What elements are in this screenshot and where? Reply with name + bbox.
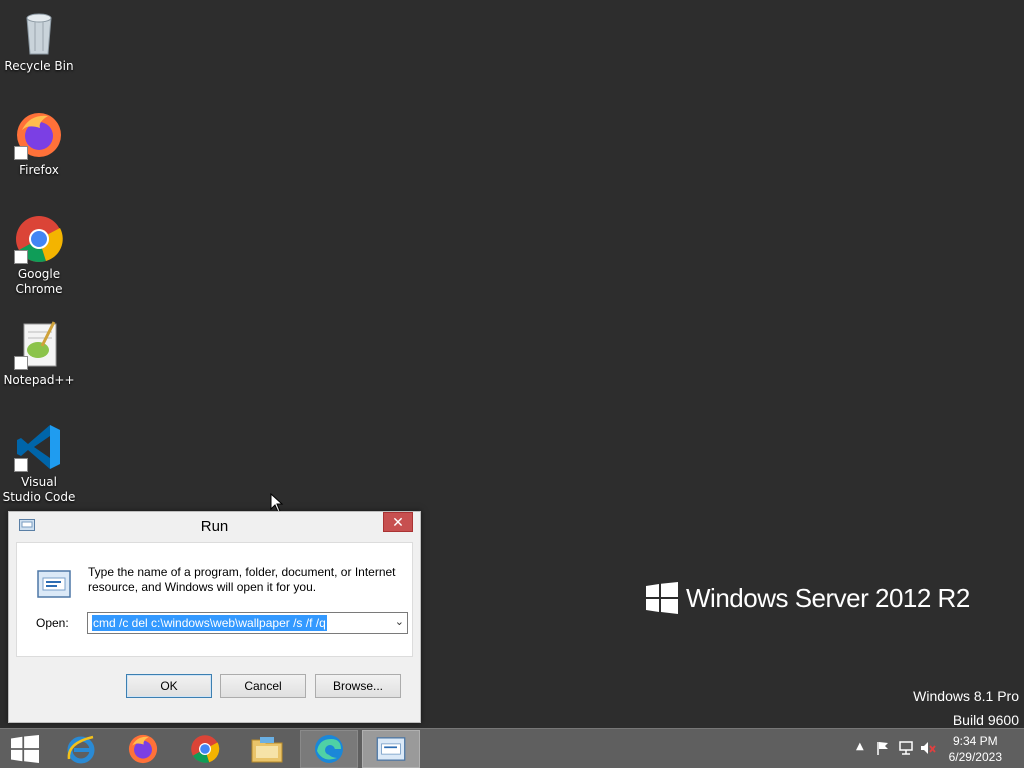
- taskbar-run[interactable]: [362, 730, 420, 768]
- browse-button[interactable]: Browse...: [315, 674, 401, 698]
- mouse-cursor-icon: [270, 493, 284, 513]
- firefox-icon: [14, 110, 64, 160]
- edge-icon: [315, 735, 343, 763]
- desktop-icon-firefox[interactable]: Firefox: [2, 110, 76, 178]
- run-dialog: Run ✕ Type the name of a program, folder…: [8, 511, 421, 723]
- edition-text: Windows 8.1 Pro: [913, 688, 1019, 704]
- run-description: Type the name of a program, folder, docu…: [88, 565, 396, 594]
- network-icon[interactable]: [898, 741, 914, 755]
- windows-branding: Windows Server 2012 R2: [646, 582, 970, 614]
- notepad-plus-plus-icon: [14, 320, 64, 370]
- desktop-icon-notepad-plus-plus[interactable]: Notepad++: [2, 320, 76, 388]
- desktop-icon-label: Visual Studio Code: [2, 475, 76, 504]
- cancel-button[interactable]: Cancel: [220, 674, 306, 698]
- close-button[interactable]: ✕: [383, 512, 413, 532]
- recycle-bin-icon: [14, 6, 64, 56]
- desktop-icon-label: Firefox: [19, 163, 59, 177]
- system-tray: ▲ 9:34 PM 6/29/2023: [834, 729, 1024, 768]
- desktop-icon-label: Notepad++: [3, 373, 75, 387]
- taskbar-firefox[interactable]: [114, 730, 172, 768]
- desktop-icon-label: Google Chrome: [15, 267, 63, 296]
- product-name: Windows Server 2012 R2: [686, 582, 970, 613]
- windows-logo-icon: [646, 582, 678, 614]
- run-dialog-title: Run: [200, 517, 229, 535]
- clock-time: 9:34 PM: [952, 734, 998, 748]
- chrome-icon: [191, 735, 220, 763]
- volume-muted-icon[interactable]: [920, 741, 936, 755]
- vscode-icon: [14, 422, 64, 472]
- desktop-icon-chrome[interactable]: Google Chrome: [2, 214, 76, 297]
- os-watermark: Windows 8.1 Pro Build 9600: [913, 684, 1019, 732]
- chevron-down-icon[interactable]: ⌄: [395, 615, 404, 628]
- taskbar: ▲ 9:34 PM 6/29/2023: [0, 728, 1024, 768]
- ok-button[interactable]: OK: [126, 674, 212, 698]
- run-program-icon: [37, 570, 71, 598]
- shortcut-arrow-icon: [14, 146, 28, 160]
- shortcut-arrow-icon: [14, 356, 28, 370]
- run-dialog-body: Type the name of a program, folder, docu…: [16, 542, 413, 657]
- open-combobox[interactable]: cmd /c del c:\windows\web\wallpaper /s /…: [87, 612, 408, 634]
- taskbar-file-explorer[interactable]: [238, 730, 296, 768]
- desktop-icon-vscode[interactable]: Visual Studio Code: [2, 422, 76, 505]
- shortcut-arrow-icon: [14, 250, 28, 264]
- desktop-icon-label: Recycle Bin: [4, 59, 74, 73]
- run-app-icon: [376, 737, 406, 761]
- show-hidden-icon[interactable]: ▲: [856, 741, 864, 752]
- internet-explorer-icon: [67, 735, 95, 764]
- start-button[interactable]: [0, 730, 50, 768]
- taskbar-chrome[interactable]: [176, 730, 234, 768]
- folder-icon: [251, 737, 283, 763]
- run-dialog-titlebar[interactable]: Run ✕: [9, 512, 420, 540]
- taskbar-edge[interactable]: [300, 730, 358, 768]
- run-app-icon: [19, 519, 35, 531]
- clock-date: 6/29/2023: [948, 750, 1002, 764]
- firefox-icon: [128, 734, 158, 764]
- open-label: Open:: [36, 616, 69, 630]
- windows-logo-icon: [11, 735, 39, 763]
- desktop-icon-recycle-bin[interactable]: Recycle Bin: [2, 6, 76, 74]
- taskbar-clock[interactable]: 9:34 PM 6/29/2023: [949, 733, 1002, 765]
- shortcut-arrow-icon: [14, 458, 28, 472]
- taskbar-internet-explorer[interactable]: [52, 730, 110, 768]
- command-input-value[interactable]: cmd /c del c:\windows\web\wallpaper /s /…: [92, 615, 327, 631]
- chrome-icon: [14, 214, 64, 264]
- flag-icon[interactable]: [876, 741, 890, 755]
